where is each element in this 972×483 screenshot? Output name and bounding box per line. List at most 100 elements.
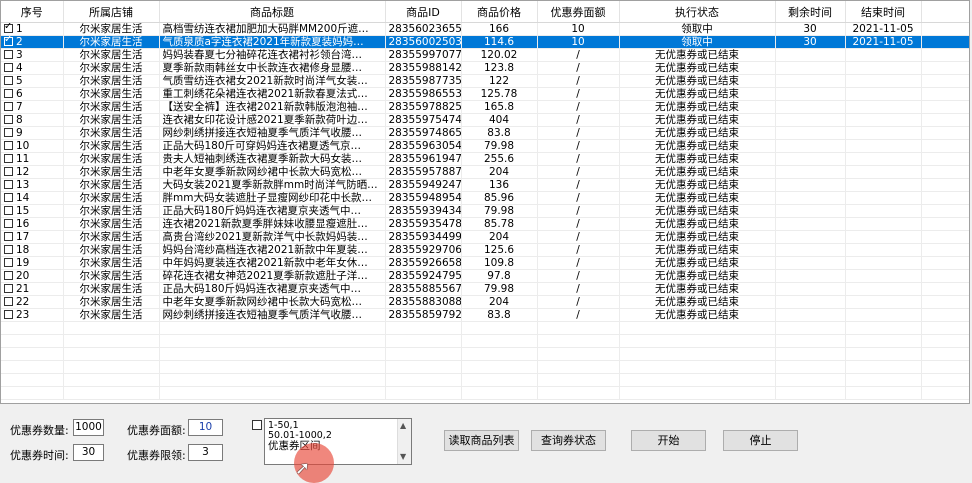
cell-filler	[921, 113, 969, 127]
row-checkbox[interactable]	[4, 231, 13, 241]
row-checkbox[interactable]	[4, 179, 13, 189]
table-row[interactable]: 7 尔米家居生活 【送安全裤】连衣裙2021新款韩版泡泡袖… 283559788254…	[1, 100, 969, 114]
col-header-shop[interactable]: 所属店铺	[63, 1, 160, 23]
row-checkbox[interactable]	[4, 218, 13, 228]
row-number-text: 14	[16, 192, 30, 204]
empty-cell	[461, 360, 538, 374]
col-header-title[interactable]: 商品标题	[159, 1, 386, 23]
table-row[interactable]: 1 尔米家居生活高档雪纺连衣裙加肥加大码胖MM200斤遮…283560236552…	[1, 22, 969, 36]
cell-coupon: /	[537, 61, 620, 75]
cell-filler	[921, 217, 969, 231]
empty-cell	[537, 386, 620, 400]
range-checkbox[interactable]	[252, 420, 262, 430]
cell-title: 气质泉质a字连衣裙2021年新款夏装妈妈…	[159, 35, 386, 49]
cell-end	[845, 61, 922, 75]
row-checkbox[interactable]	[4, 205, 13, 215]
cell-price: 166	[461, 22, 538, 36]
col-header-end[interactable]: 结束时间	[845, 1, 922, 23]
table-row[interactable]: 4 尔米家居生活 夏季新款雨韩丝女中长款连衣裙修身显腰… 283559881427 12…	[1, 61, 969, 75]
row-checkbox[interactable]	[4, 153, 13, 163]
col-header-status[interactable]: 执行状态	[619, 1, 776, 23]
cell-remain	[775, 126, 846, 140]
row-checkbox[interactable]	[4, 62, 13, 72]
cell-title: 气质雪纺连衣裙女2021新款时尚洋气女装…	[159, 74, 386, 88]
empty-cell	[385, 334, 462, 348]
row-checkbox[interactable]	[4, 23, 13, 33]
read-list-button[interactable]: 读取商品列表	[444, 430, 519, 451]
table-row[interactable]: 9 尔米家居生活 网纱刺绣拼接连衣短袖夏季气质洋气收腰… 283559748650 83…	[1, 126, 969, 140]
empty-cell	[159, 373, 386, 387]
cell-filler	[921, 165, 969, 179]
table-row[interactable]: 19 尔米家居生活 中年妈妈夏装连衣裙2021新款中老年女休… 28355926658…	[1, 256, 969, 270]
row-number-text: 18	[16, 244, 30, 256]
scroll-up-icon[interactable]: ▲	[400, 421, 406, 431]
table-row[interactable]: 3 尔米家居生活 妈妈装春夏七分袖碎花连衣裙衬衫领台湾… 283559970773 12…	[1, 48, 969, 62]
col-header-no[interactable]: 序号	[1, 1, 64, 23]
table-row[interactable]: 20 尔米家居生活 碎花连衣裙女神范2021夏季新款遮肚子洋… 28355924795…	[1, 269, 969, 283]
cell-id: 283559788254	[385, 100, 462, 114]
table-row[interactable]: 14 尔米家居生活 胖mm大码女装遮肚子显瘦网纱印花中长款… 283559489543…	[1, 191, 969, 205]
row-checkbox[interactable]	[4, 114, 13, 124]
cell-filler	[921, 48, 969, 62]
row-checkbox[interactable]	[4, 270, 13, 280]
col-header-remain[interactable]: 剩余时间	[775, 1, 846, 23]
cell-id: 283558855671	[385, 282, 462, 296]
table-row[interactable]: 22 尔米家居生活 中老年女夏季新款网纱裙中长款大码宽松… 283558830889 2…	[1, 295, 969, 309]
pointer-cursor-icon: ➚	[295, 458, 311, 479]
table-row[interactable]: 15 尔米家居生活 正品大码180斤妈妈连衣裙夏京夹透气中… 283559394345…	[1, 204, 969, 218]
table-row[interactable]: 11 尔米家居生活 贵夫人短袖刺绣连衣裙夏季新款大码女装… 283559619475 2…	[1, 152, 969, 166]
row-checkbox[interactable]	[4, 257, 13, 267]
row-checkbox[interactable]	[4, 127, 13, 137]
table-row[interactable]: 12 尔米家居生活 中老年女夏季新款网纱裙中长款大码宽松… 283559578879 2…	[1, 165, 969, 179]
coupon-amount-input[interactable]: 10	[188, 419, 223, 436]
cell-title: 正品大码180斤妈妈连衣裙夏京夹透气中…	[159, 204, 386, 218]
table-row[interactable]: 23 尔米家居生活 网纱刺绣拼接连衣短袖夏季气质洋气收腰… 283558597923 8…	[1, 308, 969, 322]
scroll-down-icon[interactable]: ▼	[400, 452, 406, 462]
row-checkbox[interactable]	[4, 49, 13, 59]
row-checkbox[interactable]	[4, 140, 13, 150]
cell-end	[845, 269, 922, 283]
table-row[interactable]: 21 尔米家居生活 正品大码180斤妈妈连衣裙夏京夹透气中… 283558855671…	[1, 282, 969, 296]
col-header-price[interactable]: 商品价格	[461, 1, 538, 23]
coupon-count-input[interactable]: 1000	[73, 419, 104, 436]
col-header-coupon[interactable]: 优惠券面额	[537, 1, 620, 23]
table-row[interactable]: 10 尔米家居生活 正品大码180斤可穿妈妈连衣裙夏透气京… 283559630545…	[1, 139, 969, 153]
stop-button[interactable]: 停止	[723, 430, 798, 451]
empty-cell	[1, 347, 64, 361]
row-checkbox[interactable]	[4, 36, 13, 46]
start-button[interactable]: 开始	[631, 430, 706, 451]
coupon-time-input[interactable]: 30	[73, 444, 104, 461]
row-checkbox[interactable]	[4, 192, 13, 202]
row-checkbox[interactable]	[4, 244, 13, 254]
query-status-button[interactable]: 查询券状态	[531, 430, 606, 451]
coupon-range-memo[interactable]: 1-50,1 50.01-1000,2 优惠券区间 ▲ ▼	[264, 418, 412, 465]
row-checkbox[interactable]	[4, 75, 13, 85]
table-row[interactable]: 18 尔米家居生活 妈妈台湾纱高档连衣裙2021新款中年夏装… 28355929706…	[1, 243, 969, 257]
row-checkbox[interactable]	[4, 309, 13, 319]
row-checkbox[interactable]	[4, 166, 13, 176]
table-row[interactable]: 8 尔米家居生活 连衣裙女印花设计感2021夏季新款荷叶边… 283559754748…	[1, 113, 969, 127]
cell-status: 无优惠券或已结束	[619, 139, 776, 153]
col-header-id[interactable]: 商品ID	[385, 1, 462, 23]
cell-filler	[921, 178, 969, 192]
cell-shop: 尔米家居生活	[63, 269, 160, 283]
empty-cell	[63, 321, 160, 335]
cell-coupon: /	[537, 243, 620, 257]
cell-title: 【送安全裤】连衣裙2021新款韩版泡泡袖…	[159, 100, 386, 114]
cell-shop: 尔米家居生活	[63, 204, 160, 218]
coupon-limit-input[interactable]: 3	[188, 444, 223, 461]
table-row[interactable]: 16 尔米家居生活 连衣裙2021新款夏季胖妹妹收腰显瘦遮肚… 28355935478…	[1, 217, 969, 231]
row-checkbox[interactable]	[4, 88, 13, 98]
product-grid[interactable]: 序号 所属店铺 商品标题 商品ID 商品价格 优惠券面额 执行状态 剩余时间 结…	[0, 0, 970, 404]
table-row[interactable]: 17 尔米家居生活 高贵台湾纱2021夏新款洋气中长款妈妈装… 28355934499…	[1, 230, 969, 244]
row-checkbox[interactable]	[4, 296, 13, 306]
table-row[interactable]: 6 尔米家居生活 重工刺绣花朵裙连衣裙2021新款春夏法式… 283559865539…	[1, 87, 969, 101]
row-checkbox[interactable]	[4, 101, 13, 111]
table-row[interactable]: 5 尔米家居生活 气质雪纺连衣裙女2021新款时尚洋气女装… 283559877354…	[1, 74, 969, 88]
table-row[interactable]: 2 尔米家居生活气质泉质a字连衣裙2021年新款夏装妈妈…283560025037…	[1, 35, 969, 49]
cell-id: 283559865539	[385, 87, 462, 101]
table-row[interactable]: 13 尔米家居生活 大码女装2021夏季新款胖mm时尚洋气防晒… 2835594924…	[1, 178, 969, 192]
empty-cell	[385, 347, 462, 361]
row-checkbox[interactable]	[4, 283, 13, 293]
memo-scrollbar[interactable]: ▲ ▼	[397, 419, 411, 464]
